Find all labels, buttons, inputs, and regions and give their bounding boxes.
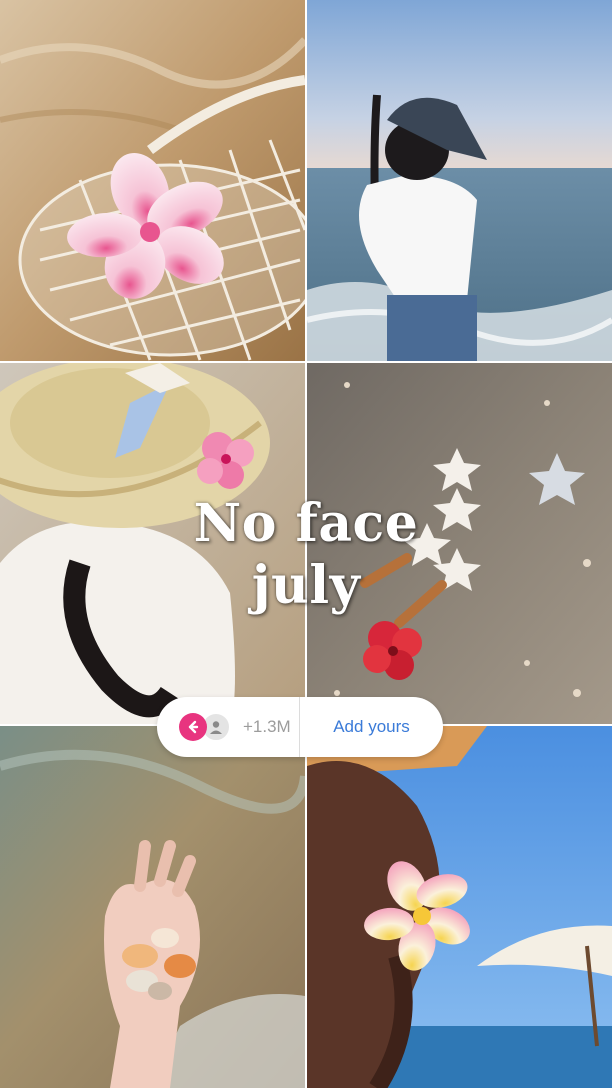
photo-tile-bag-flower — [0, 0, 305, 361]
overlay-title-line1: No face — [193, 493, 419, 554]
overlay-title-line2: july — [251, 555, 361, 616]
photo-tile-hair-clip-umbrella — [307, 726, 612, 1088]
photo-tile-hand-shells — [0, 726, 305, 1088]
reply-arrow-icon — [179, 713, 207, 741]
participant-count: +1.3M — [243, 717, 291, 736]
add-yours-button[interactable]: Add yours — [300, 697, 443, 757]
add-yours-sticker[interactable]: +1.3M Add yours — [157, 697, 443, 757]
participants-summary[interactable]: +1.3M — [157, 712, 299, 742]
photo-tile-girl-seaside — [307, 0, 612, 361]
